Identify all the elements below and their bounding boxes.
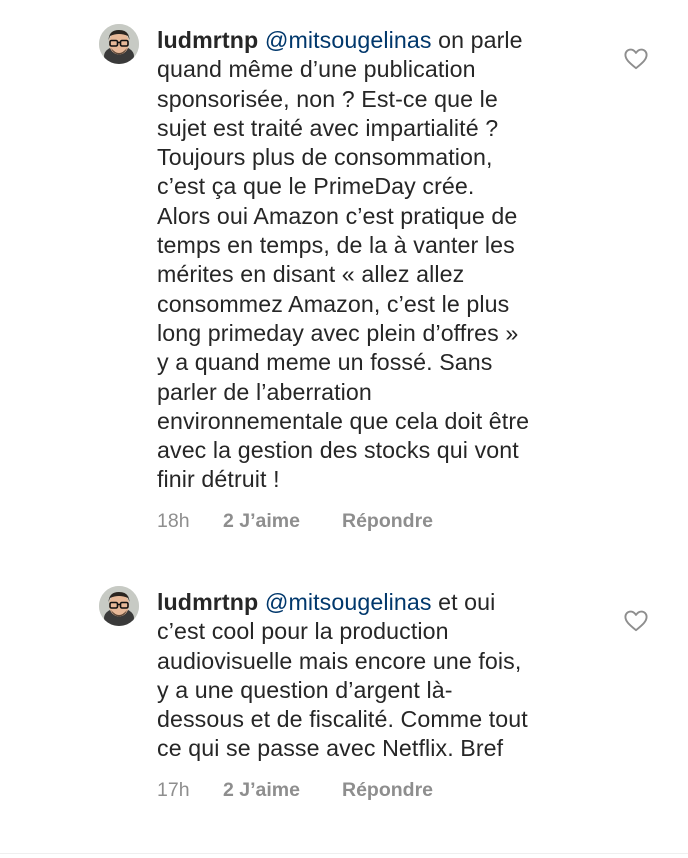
comment-text: ludmrtnp @mitsougelinas on parle quand m… <box>157 26 597 495</box>
comment-line: parler de l’aberration <box>157 378 372 405</box>
comment-line: Toujours plus de consommation, <box>157 144 493 171</box>
mention-link[interactable]: @mitsougelinas <box>265 27 432 53</box>
comment-line: avec la gestion des stocks qui vont <box>157 437 519 464</box>
comment-line: y a une question d’argent là- <box>157 676 453 703</box>
likes-count-button[interactable]: 2 J’aime <box>223 779 342 802</box>
comment-first-line: ludmrtnp @mitsougelinas on parle <box>157 26 597 55</box>
comment-line: audiovisuelle mais encore une fois, <box>157 647 522 674</box>
comment-line: c’est cool pour la production <box>157 618 449 645</box>
comment-line: temps en temps, de la à vanter les <box>157 232 515 259</box>
comment-line: long primeday avec plein d’offres » <box>157 319 519 346</box>
likes-count-button[interactable]: 2 J’aime <box>223 510 342 533</box>
heart-outline-icon[interactable] <box>624 610 648 632</box>
reply-button[interactable]: Répondre <box>342 510 433 533</box>
comment-line: quand même d’une publication <box>157 56 476 83</box>
comment-meta: 18h 2 J’aime Répondre <box>157 510 433 533</box>
avatar[interactable] <box>99 24 139 64</box>
comment-line: sponsorisée, non ? Est-ce que le <box>157 85 498 112</box>
timestamp: 17h <box>157 779 190 801</box>
comment-line: consommez Amazon, c’est le plus <box>157 290 510 317</box>
mention-link[interactable]: @mitsougelinas <box>265 589 432 615</box>
comment-first-line: ludmrtnp @mitsougelinas et oui <box>157 588 597 617</box>
comment-line: on parle <box>431 27 523 53</box>
comment-line: finir détruit ! <box>157 466 280 493</box>
comment-line: dessous et de fiscalité. Comme tout <box>157 706 528 733</box>
comment-line: sujet est traité avec impartialité ? <box>157 114 499 141</box>
divider <box>0 853 688 854</box>
comment-line: ce qui se passe avec Netflix. Bref <box>157 735 504 762</box>
avatar[interactable] <box>99 586 139 626</box>
comment-line: et oui <box>431 589 496 615</box>
comment-line: mérites en disant « allez allez <box>157 261 465 288</box>
avatar-image <box>99 586 139 626</box>
comment-meta: 17h 2 J’aime Répondre <box>157 779 433 802</box>
comment-line: environnementale que cela doit être <box>157 407 530 434</box>
comment-line: y a quand meme un fossé. Sans <box>157 349 493 376</box>
reply-button[interactable]: Répondre <box>342 779 433 802</box>
avatar-image <box>99 24 139 64</box>
username[interactable]: ludmrtnp <box>157 27 258 53</box>
heart-outline-icon[interactable] <box>624 48 648 70</box>
username[interactable]: ludmrtnp <box>157 589 258 615</box>
timestamp: 18h <box>157 510 190 532</box>
comment-text: ludmrtnp @mitsougelinas et oui c’est coo… <box>157 588 597 764</box>
comment-line: Alors oui Amazon c’est pratique de <box>157 202 518 229</box>
comment-line: c’est ça que le PrimeDay crée. <box>157 173 475 200</box>
